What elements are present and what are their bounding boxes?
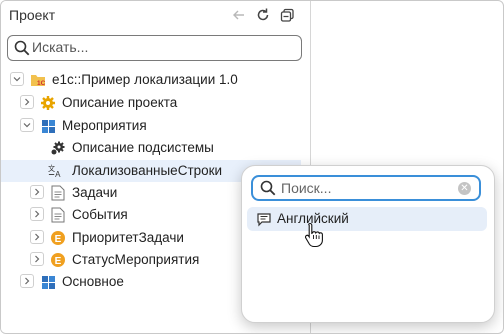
tree-item-label: ЛокализованныеСтроки	[72, 163, 223, 178]
refresh-icon[interactable]	[253, 5, 273, 25]
chevron-right-icon[interactable]	[30, 230, 44, 244]
tree-item-label: Описание проекта	[62, 95, 178, 110]
chevron-right-icon[interactable]	[20, 95, 34, 109]
localization-icon: 文A	[48, 163, 64, 179]
tree-item-label: Мероприятия	[62, 118, 147, 133]
tree-item-label: ПриоритетЗадачи	[72, 230, 184, 245]
tree-row-events-subsystem[interactable]: Мероприятия	[1, 115, 301, 137]
tree-item-label: События	[72, 207, 128, 222]
clear-icon[interactable]: ✕	[458, 182, 471, 195]
tree-item-label: Задачи	[72, 185, 118, 200]
svg-text:1С: 1С	[37, 80, 46, 87]
app-window: Проект 1С e1c::Пример	[0, 0, 504, 334]
tree-item-label: Основное	[62, 274, 124, 289]
document-icon	[50, 185, 66, 201]
chevron-down-icon[interactable]	[10, 72, 24, 86]
tree-row-project-description[interactable]: Описание проекта	[1, 92, 301, 114]
language-icon	[256, 211, 272, 227]
settings-gear-icon	[50, 140, 66, 156]
panel-title: Проект	[9, 7, 56, 23]
svg-text:E: E	[55, 234, 62, 245]
panel-header: Проект	[1, 1, 310, 31]
search-icon	[13, 39, 31, 57]
popup-search-field[interactable]: ✕	[251, 175, 481, 201]
tree-search-input[interactable]	[32, 38, 292, 56]
gear-icon	[40, 95, 56, 111]
chevron-right-icon[interactable]	[30, 207, 44, 221]
svg-text:E: E	[55, 256, 62, 267]
popup-search-input[interactable]	[281, 179, 451, 197]
svg-text:文: 文	[48, 164, 55, 173]
subsystem-icon	[40, 274, 56, 290]
chevron-right-icon[interactable]	[30, 252, 44, 266]
tree-search-field[interactable]	[7, 35, 302, 61]
tree-row-root[interactable]: 1С e1c::Пример локализации 1.0	[1, 69, 301, 91]
enum-icon: E	[50, 252, 66, 268]
chevron-right-icon[interactable]	[30, 185, 44, 199]
subsystem-icon	[40, 118, 56, 134]
search-icon	[259, 179, 277, 197]
back-arrow-icon[interactable]	[229, 5, 249, 25]
document-icon	[50, 207, 66, 223]
chevron-down-icon[interactable]	[20, 118, 34, 132]
enum-icon: E	[50, 230, 66, 246]
tree-item-label: СтатусМероприятия	[72, 252, 200, 267]
project-folder-icon: 1С	[30, 72, 46, 88]
popup-item-english[interactable]: Английский	[247, 207, 487, 231]
chevron-right-icon[interactable]	[20, 274, 34, 288]
collapse-all-icon[interactable]	[277, 5, 297, 25]
tree-item-label: e1c::Пример локализации 1.0	[52, 72, 238, 87]
language-picker-popup: ✕ Английский	[241, 165, 495, 323]
svg-text:A: A	[55, 170, 61, 179]
hand-cursor-icon	[304, 222, 324, 248]
tree-item-label: Описание подсистемы	[72, 140, 214, 155]
tree-row-subsystem-description[interactable]: Описание подсистемы	[1, 137, 301, 159]
